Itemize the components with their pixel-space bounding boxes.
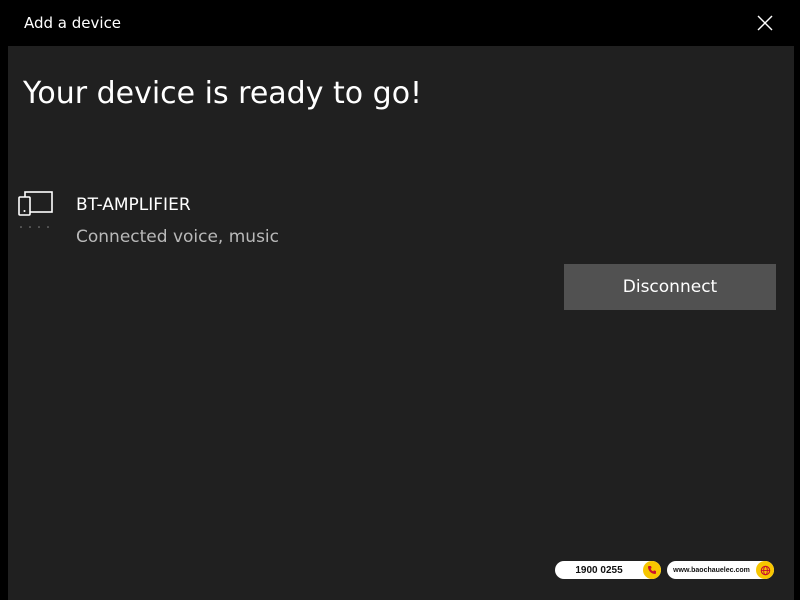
device-status: Connected voice, music <box>76 227 280 247</box>
globe-icon <box>756 561 774 579</box>
website-url: www.baochauelec.com <box>673 566 750 574</box>
phone-tablet-icon <box>18 191 53 228</box>
close-button[interactable] <box>736 0 794 46</box>
add-device-dialog: Add a device Your device is ready to go!… <box>8 0 794 600</box>
device-name: BT-AMPLIFIER <box>76 195 191 215</box>
website-badge[interactable]: www.baochauelec.com <box>667 561 774 579</box>
phone-icon <box>643 561 661 579</box>
page-heading: Your device is ready to go! <box>23 76 423 111</box>
phone-badge[interactable]: 1900 0255 <box>555 561 661 579</box>
title-bar: Add a device <box>8 0 794 46</box>
disconnect-button[interactable]: Disconnect <box>564 264 776 310</box>
close-icon <box>757 15 773 31</box>
phone-number: 1900 0255 <box>575 564 623 576</box>
window-title: Add a device <box>24 14 122 32</box>
